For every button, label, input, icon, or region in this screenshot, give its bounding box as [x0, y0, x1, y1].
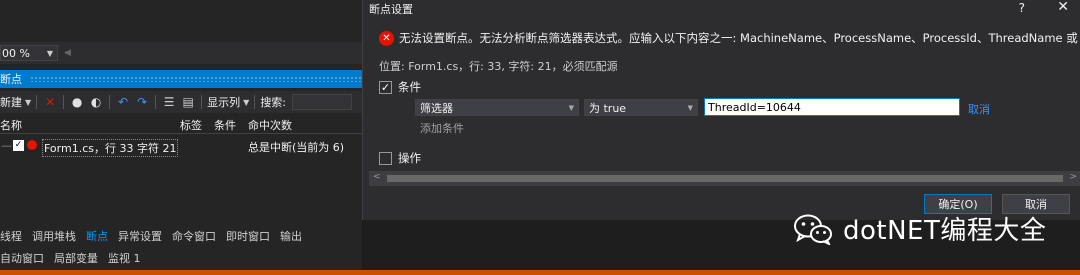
- breakpoint-name[interactable]: Form1.cs，行 33 字符 21: [42, 139, 179, 157]
- panel-title: 断点: [0, 73, 22, 86]
- watermark: dotNET编程大全: [793, 210, 1046, 247]
- error-message: ✕ 无法设置断点。无法分析断点筛选器表达式。应输入以下内容之一: Machine…: [379, 30, 1080, 46]
- column-header-hitcount[interactable]: 命中次数: [248, 117, 292, 133]
- column-header: 名称 标签 条件 命中次数: [0, 114, 362, 134]
- dialog-title: 断点设置: [369, 3, 413, 16]
- tab-output[interactable]: 输出: [280, 228, 302, 244]
- zoom-value: 00 %: [2, 46, 30, 60]
- table-row[interactable]: — ✓ Form1.cs，行 33 字符 21 总是中断(当前为 6): [0, 136, 362, 157]
- tab-command-window[interactable]: 命令窗口: [172, 228, 216, 244]
- scroll-right-icon[interactable]: >: [1069, 172, 1077, 182]
- chevron-down-icon[interactable]: ▼: [25, 98, 31, 107]
- help-button[interactable]: ?: [1019, 1, 1025, 15]
- redo-icon[interactable]: ↷: [134, 94, 150, 110]
- delete-all-icon[interactable]: ●: [69, 94, 85, 110]
- actions-checkbox[interactable]: [379, 151, 392, 165]
- tab-call-stack[interactable]: 调用堆栈: [32, 228, 76, 244]
- condition-type-value: 筛选器: [420, 101, 453, 115]
- toolbar-separator: [201, 95, 203, 109]
- condition-operator-value: 为 true: [589, 101, 627, 115]
- import-icon[interactable]: ▤: [180, 94, 196, 110]
- condition-operator-select[interactable]: 为 true ▼: [584, 99, 698, 116]
- toolbar-separator: [155, 95, 157, 109]
- horizontal-scrollbar[interactable]: < >: [369, 171, 1080, 186]
- condition-expression-input[interactable]: ThreadId=10644: [704, 98, 960, 116]
- breakpoint-hits: 总是中断(当前为 6): [248, 141, 345, 154]
- search-input[interactable]: [292, 94, 353, 110]
- condition-cancel-link[interactable]: 取消: [968, 101, 990, 117]
- chevron-down-icon: ▼: [46, 48, 53, 58]
- conditions-checkbox[interactable]: ✓: [379, 80, 392, 94]
- tab-exception-settings[interactable]: 异常设置: [118, 228, 162, 244]
- toggle-all-icon[interactable]: ◐: [88, 94, 104, 110]
- scroll-left-icon[interactable]: <: [373, 172, 381, 182]
- error-text: 无法设置断点。无法分析断点筛选器表达式。应输入以下内容之一: MachineNa…: [399, 31, 1080, 45]
- chevron-down-icon[interactable]: ▼: [243, 98, 249, 107]
- tab-immediate-window[interactable]: 即时窗口: [226, 228, 270, 244]
- delete-icon[interactable]: ✕: [42, 94, 58, 110]
- columns-button[interactable]: 显示列: [207, 94, 240, 110]
- location-text[interactable]: 位置: Form1.cs，行: 33, 字符: 21，必须匹配源: [379, 58, 618, 74]
- breakpoints-toolbar: 新建 ▼ ✕ ● ◐ ↶ ↷ ☰ ▤ 显示列 ▼ 搜索:: [0, 91, 362, 113]
- new-button[interactable]: 新建: [0, 94, 22, 110]
- add-condition-link[interactable]: 添加条件: [420, 120, 464, 136]
- watermark-text: dotNET编程大全: [843, 216, 1047, 246]
- column-header-name[interactable]: 名称: [0, 117, 22, 133]
- actions-row: 操作: [379, 150, 421, 166]
- column-header-condition[interactable]: 条件: [214, 117, 236, 133]
- grip-dots: [30, 76, 362, 82]
- tab-autos[interactable]: 自动窗口: [0, 250, 44, 266]
- panel-title-bar: 断点: [0, 70, 362, 88]
- search-label: 搜索:: [260, 96, 287, 109]
- tree-line: —: [1, 139, 12, 152]
- watch-tabs: 自动窗口 局部变量 监视 1: [0, 248, 362, 268]
- toolbar-separator: [63, 95, 65, 109]
- breakpoint-icon: [27, 140, 37, 150]
- dialog-title-bar: 断点设置 ? ✕: [363, 0, 1080, 18]
- chevron-down-icon: ▼: [568, 103, 574, 112]
- zoom-bar: 00 % ▼ ◀: [0, 42, 362, 64]
- undo-icon[interactable]: ↶: [115, 94, 131, 110]
- wechat-icon: [794, 214, 832, 245]
- condition-expression-value: ThreadId=10644: [708, 100, 801, 114]
- tab-breakpoints[interactable]: 断点: [86, 228, 108, 244]
- toolbar-separator: [254, 95, 256, 109]
- tab-watch-1[interactable]: 监视 1: [108, 250, 141, 266]
- scroll-left-icon[interactable]: ◀: [64, 48, 71, 58]
- scrollbar-thumb[interactable]: [387, 175, 1063, 182]
- error-icon: ✕: [379, 30, 394, 46]
- breakpoints-tool-window: 00 % ▼ ◀ 断点 新建 ▼ ✕ ● ◐ ↶ ↷ ☰ ▤ 显示列 ▼ 搜索:…: [0, 0, 362, 275]
- chevron-down-icon: ▼: [687, 103, 693, 112]
- close-button[interactable]: ✕: [1057, 0, 1069, 15]
- breakpoint-settings-dialog: 断点设置 ? ✕ ✕ 无法设置断点。无法分析断点筛选器表达式。应输入以下内容之一…: [362, 0, 1080, 220]
- conditions-row: ✓ 条件: [379, 79, 421, 95]
- actions-label: 操作: [398, 151, 421, 165]
- column-header-labels[interactable]: 标签: [180, 117, 202, 133]
- zoom-combo[interactable]: 00 % ▼: [0, 45, 58, 61]
- conditions-label: 条件: [398, 80, 421, 94]
- condition-type-select[interactable]: 筛选器 ▼: [415, 99, 579, 116]
- breakpoint-enabled-checkbox[interactable]: ✓: [13, 140, 24, 151]
- tab-locals[interactable]: 局部变量: [54, 250, 98, 266]
- tab-threads[interactable]: 线程: [0, 228, 22, 244]
- debug-tabs: 线程 调用堆栈 断点 异常设置 命令窗口 即时窗口 输出: [0, 226, 362, 246]
- toolbar-separator: [36, 95, 38, 109]
- status-bar: [0, 270, 1080, 275]
- toolbar-separator: [109, 95, 111, 109]
- export-icon[interactable]: ☰: [161, 94, 177, 110]
